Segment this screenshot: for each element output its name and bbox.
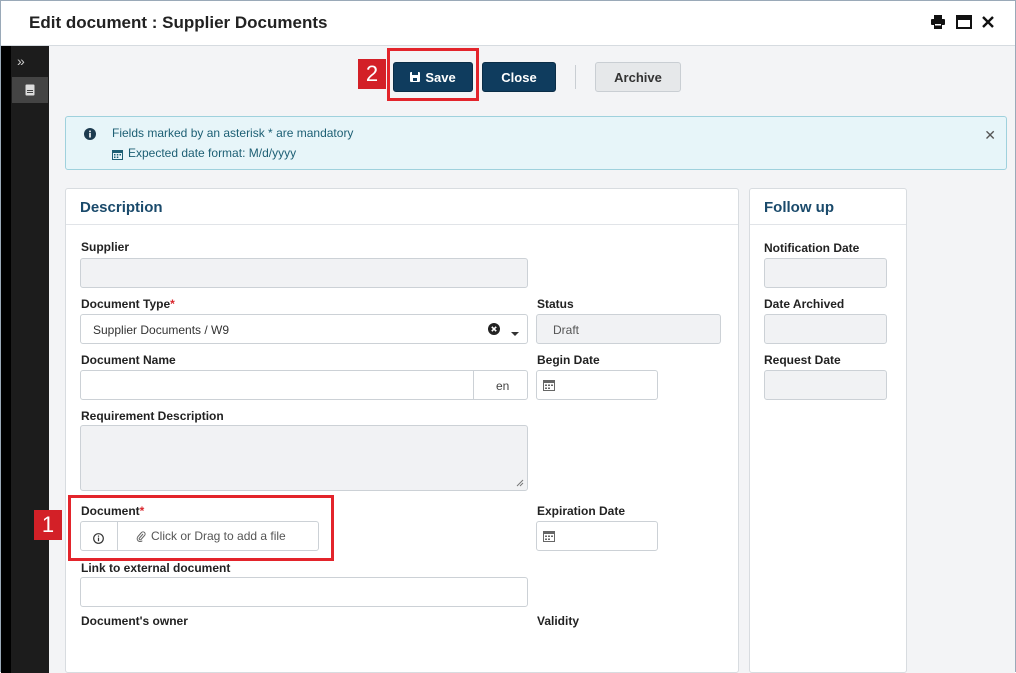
followup-title: Follow up <box>764 199 834 216</box>
status-label: Status <box>537 297 574 311</box>
description-title: Description <box>80 199 163 216</box>
request-date-field <box>764 370 887 400</box>
request-date-label: Request Date <box>764 353 841 367</box>
sidebar-rail <box>1 46 11 673</box>
maximize-icon[interactable] <box>955 13 973 31</box>
callout-highlight-save <box>387 48 479 101</box>
close-button[interactable]: Close <box>482 62 556 92</box>
toolbar-separator <box>575 65 576 89</box>
callout-highlight-document <box>68 495 334 561</box>
language-selector[interactable]: en <box>496 379 509 393</box>
followup-panel-header: Follow up <box>750 189 906 225</box>
begin-date-label: Begin Date <box>537 353 600 367</box>
alert-close-icon[interactable]: ✕ <box>984 127 996 144</box>
expiration-date-label: Expiration Date <box>537 504 626 518</box>
expand-icon[interactable]: » <box>17 53 25 69</box>
callout-badge-2: 2 <box>358 59 386 89</box>
status-field: Draft <box>536 314 721 344</box>
edit-document-window: Edit document : Supplier Documents » Sav… <box>0 0 1016 673</box>
print-icon[interactable] <box>929 13 947 31</box>
begin-date-input[interactable] <box>536 370 658 400</box>
chevron-down-icon[interactable] <box>511 326 519 340</box>
clear-icon[interactable] <box>488 323 500 338</box>
document-type-select[interactable]: Supplier Documents / W9 <box>80 314 528 344</box>
archive-button[interactable]: Archive <box>595 62 681 92</box>
window-title: Edit document : Supplier Documents <box>29 13 328 32</box>
document-name-input[interactable]: en <box>80 370 528 400</box>
supplier-label: Supplier <box>81 240 130 254</box>
status-value: Draft <box>553 323 580 337</box>
alert-date-format-text: Expected date format: M/d/yyyy <box>128 146 297 160</box>
callout-badge-1: 1 <box>34 510 62 540</box>
notification-date-label: Notification Date <box>764 241 860 255</box>
document-type-value: Supplier Documents / W9 <box>93 323 230 337</box>
notification-date-field <box>764 258 887 288</box>
document-owner-label: Document's owner <box>81 614 188 628</box>
date-archived-field <box>764 314 887 344</box>
alert-mandatory-text: Fields marked by an asterisk * are manda… <box>112 126 354 140</box>
link-external-label: Link to external document <box>81 561 231 575</box>
info-icon <box>84 127 96 145</box>
close-button-label: Close <box>501 69 537 85</box>
close-icon[interactable] <box>979 13 997 31</box>
language-divider <box>473 371 474 399</box>
expiration-date-input[interactable] <box>536 521 658 551</box>
archive-button-label: Archive <box>614 69 662 85</box>
resize-handle-icon[interactable] <box>516 479 524 487</box>
requirement-description-textarea[interactable] <box>80 425 528 491</box>
link-external-input[interactable] <box>80 577 528 607</box>
description-panel-header: Description <box>66 189 738 225</box>
date-archived-label: Date Archived <box>764 297 845 311</box>
calendar-icon <box>112 147 123 165</box>
requirement-description-label: Requirement Description <box>81 409 224 423</box>
validity-label: Validity <box>537 614 580 628</box>
document-type-label: Document Type* <box>81 297 175 311</box>
info-alert: Fields marked by an asterisk * are manda… <box>65 116 1007 170</box>
document-name-label: Document Name <box>81 353 176 367</box>
document-icon <box>25 84 35 96</box>
sidebar-item-document[interactable] <box>12 77 48 103</box>
calendar-icon[interactable] <box>543 530 555 542</box>
window-titlebar: Edit document : Supplier Documents <box>1 1 1015 46</box>
calendar-icon[interactable] <box>543 379 555 391</box>
supplier-field[interactable] <box>80 258 528 288</box>
